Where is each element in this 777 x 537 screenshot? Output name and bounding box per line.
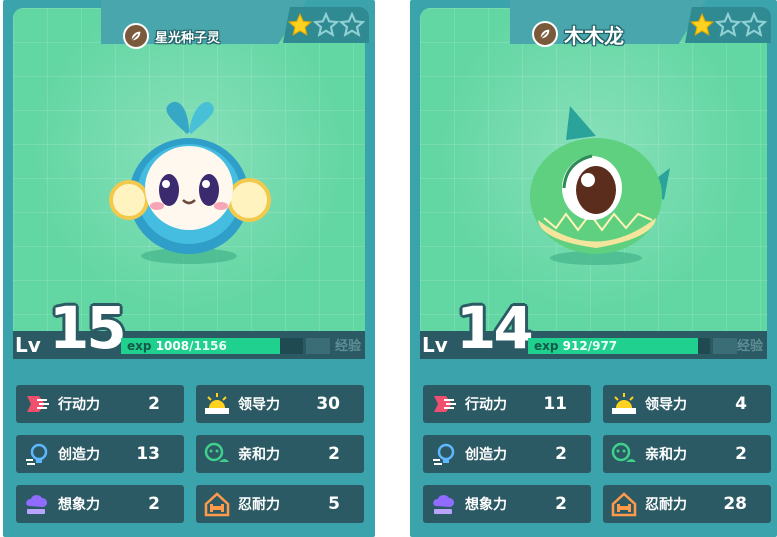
pet-name-tag: 星光种子灵 <box>123 22 220 50</box>
imagination-icon <box>22 489 52 519</box>
stat-imagination: 想象力 2 <box>16 485 184 523</box>
exp-button[interactable]: 经验 <box>737 335 763 354</box>
exp-current: 1008 <box>155 339 190 353</box>
pet-card-1[interactable]: 星光种子灵 Lv 15 exp 1008/1156 经验 行动力 2 领导力 3… <box>3 0 375 537</box>
exp-readout: exp 912/977 <box>534 339 618 353</box>
stat-leadership: 领导力 30 <box>196 385 364 423</box>
leadership-icon <box>202 389 232 419</box>
exp-slot <box>713 338 737 354</box>
star-rating <box>685 7 771 43</box>
pet-card-2[interactable]: 木木龙 Lv 14 exp 912/977 经验 行动力 11 领导力 4 创造… <box>410 0 777 537</box>
pet-sprite-dragon <box>420 88 767 288</box>
stat-endurance: 忍耐力 28 <box>603 485 771 523</box>
stat-imagination: 想象力 2 <box>423 485 591 523</box>
star-filled-icon <box>287 12 313 36</box>
endurance-icon <box>609 489 639 519</box>
star-empty-icon <box>715 12 741 37</box>
action-icon <box>429 389 459 419</box>
stat-endurance: 忍耐力 5 <box>196 485 364 523</box>
pet-name: 星光种子灵 <box>155 30 221 46</box>
level-number: 14 <box>456 294 534 362</box>
exp-slot <box>306 338 330 354</box>
level-number: 15 <box>49 294 127 362</box>
star-filled-icon <box>689 12 715 36</box>
level-label: Lv <box>15 333 41 357</box>
stat-leadership: 领导力 4 <box>603 385 771 423</box>
level-bar: Lv 15 exp 1008/1156 经验 <box>13 298 365 359</box>
action-icon <box>22 389 52 419</box>
pet-name: 木木龙 <box>564 23 624 48</box>
creativity-icon <box>429 439 459 469</box>
exp-current: 912 <box>562 339 588 353</box>
exp-total: /977 <box>587 339 618 353</box>
leaf-icon <box>532 21 558 47</box>
affinity-icon <box>202 439 232 469</box>
creativity-icon <box>22 439 52 469</box>
exp-readout: exp 1008/1156 <box>127 339 227 353</box>
stat-creativity: 创造力 13 <box>16 435 184 473</box>
level-label: Lv <box>422 333 448 357</box>
star-empty-icon <box>313 12 339 37</box>
pet-artwork-area <box>13 8 365 331</box>
stat-action: 行动力 2 <box>16 385 184 423</box>
stat-affinity: 亲和力 2 <box>603 435 771 473</box>
star-empty-icon <box>741 12 767 37</box>
pet-cards-screen: 星光种子灵 Lv 15 exp 1008/1156 经验 行动力 2 领导力 3… <box>0 0 777 537</box>
level-bar: Lv 14 exp 912/977 经验 <box>420 298 767 359</box>
star-empty-icon <box>339 12 365 37</box>
affinity-icon <box>609 439 639 469</box>
endurance-icon <box>202 489 232 519</box>
exp-button[interactable]: 经验 <box>335 335 361 354</box>
pet-sprite-seed <box>13 88 365 288</box>
leadership-icon <box>609 389 639 419</box>
stat-action: 行动力 11 <box>423 385 591 423</box>
star-rating <box>283 7 369 43</box>
leaf-icon <box>123 23 149 49</box>
pet-name-tag: 木木龙 <box>532 20 624 48</box>
pet-artwork-area <box>420 8 767 331</box>
imagination-icon <box>429 489 459 519</box>
stat-affinity: 亲和力 2 <box>196 435 364 473</box>
stat-creativity: 创造力 2 <box>423 435 591 473</box>
exp-total: /1156 <box>189 339 227 353</box>
